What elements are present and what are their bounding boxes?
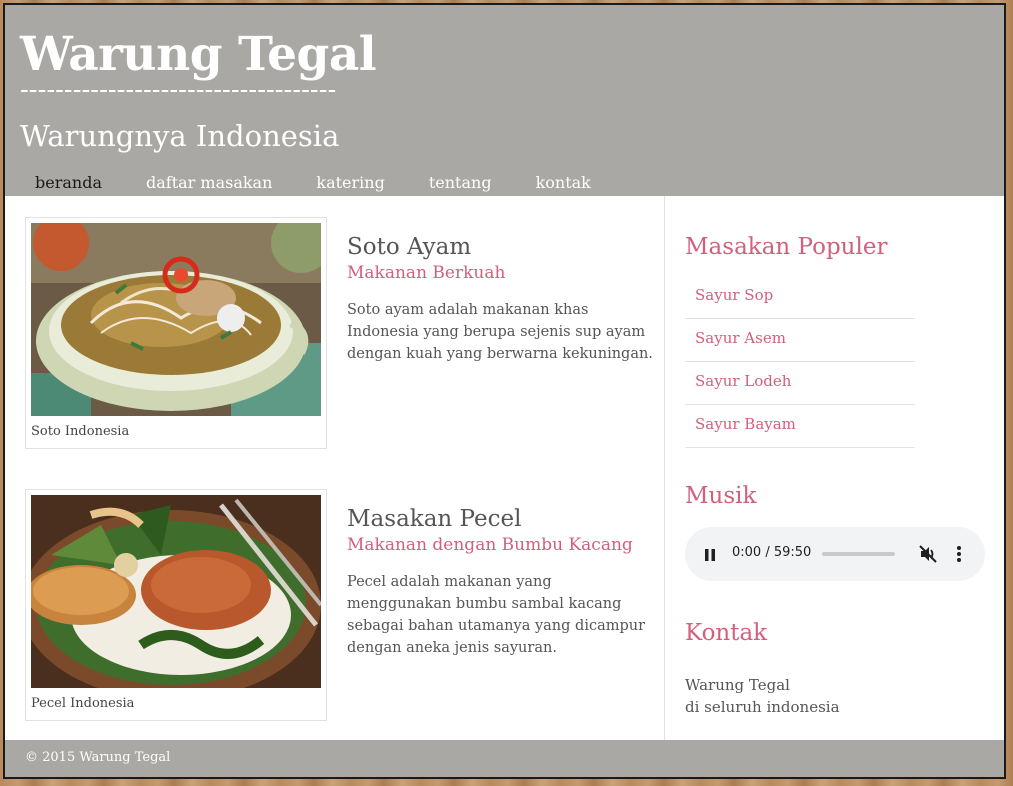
article-body: Soto ayam adalah makanan khas Indonesia … [347,302,653,362]
site-footer: © 2015 Warung Tegal [5,740,1004,777]
audio-player: 0:00 / 59:50 [685,527,985,581]
article-subtitle: Makanan Berkuah [347,263,506,283]
article-text: Soto Ayam Makanan Berkuah Soto ayam adal… [347,233,657,365]
article-body: Pecel adalah makanan yang menggunakan bu… [347,574,646,656]
contact-location: di seluruh indonesia [685,698,840,716]
sidebar: Masakan Populer Sayur Sop Sayur Asem Say… [685,196,995,740]
contact-heading: Kontak [685,620,768,646]
page-frame: Warung Tegal ---------------------------… [3,3,1006,779]
popular-link-sayur-bayam[interactable]: Sayur Bayam [695,415,796,433]
main-content: Soto Indonesia Soto Ayam Makanan Berkuah… [5,196,665,740]
title-divider: ------------------------------------ [20,75,337,105]
soto-ayam-photo [31,223,321,416]
music-heading: Musik [685,483,757,509]
image-caption: Soto Indonesia [31,424,130,439]
popular-link-sayur-lodeh[interactable]: Sayur Lodeh [695,372,791,390]
list-item: Sayur Sop [685,276,915,319]
nav-item-daftar-masakan[interactable]: daftar masakan [124,171,294,195]
nav-item-katering[interactable]: katering [294,171,406,195]
muted-volume-icon[interactable] [918,544,938,568]
pause-icon[interactable] [703,547,717,566]
site-tagline: Warungnya Indonesia [20,119,340,153]
image-caption: Pecel Indonesia [31,696,135,711]
audio-time: 0:00 / 59:50 [732,545,812,560]
audio-seek-bar[interactable] [822,552,895,556]
contact-name: Warung Tegal [685,676,790,694]
nav-item-beranda[interactable]: beranda [13,171,124,195]
copyright-text: © 2015 Warung Tegal [25,750,171,765]
site-title[interactable]: Warung Tegal [20,27,377,82]
article-figure: Soto Indonesia [25,217,327,449]
list-item: Sayur Asem [685,319,915,362]
popular-link-sayur-asem[interactable]: Sayur Asem [695,329,786,347]
pecel-photo [31,495,321,688]
site-header: Warung Tegal ---------------------------… [5,5,1004,196]
article-text: Masakan Pecel Makanan dengan Bumbu Kacan… [347,505,657,659]
list-item: Sayur Lodeh [685,362,915,405]
article-title: Masakan Pecel [347,506,522,532]
popular-link-sayur-sop[interactable]: Sayur Sop [695,286,773,304]
more-options-icon[interactable] [955,545,963,567]
article-subtitle: Makanan dengan Bumbu Kacang [347,535,633,555]
article-masakan-pecel: Pecel Indonesia Masakan Pecel Makanan de… [25,489,655,721]
article-title: Soto Ayam [347,234,472,260]
article-figure: Pecel Indonesia [25,489,327,721]
list-item: Sayur Bayam [685,405,915,448]
nav-item-kontak[interactable]: kontak [514,171,613,195]
popular-list: Sayur Sop Sayur Asem Sayur Lodeh Sayur B… [685,276,915,448]
popular-heading: Masakan Populer [685,234,888,260]
article-soto-ayam: Soto Indonesia Soto Ayam Makanan Berkuah… [25,217,655,449]
main-nav: beranda daftar masakan katering tentang … [13,171,613,195]
nav-item-tentang[interactable]: tentang [407,171,514,195]
